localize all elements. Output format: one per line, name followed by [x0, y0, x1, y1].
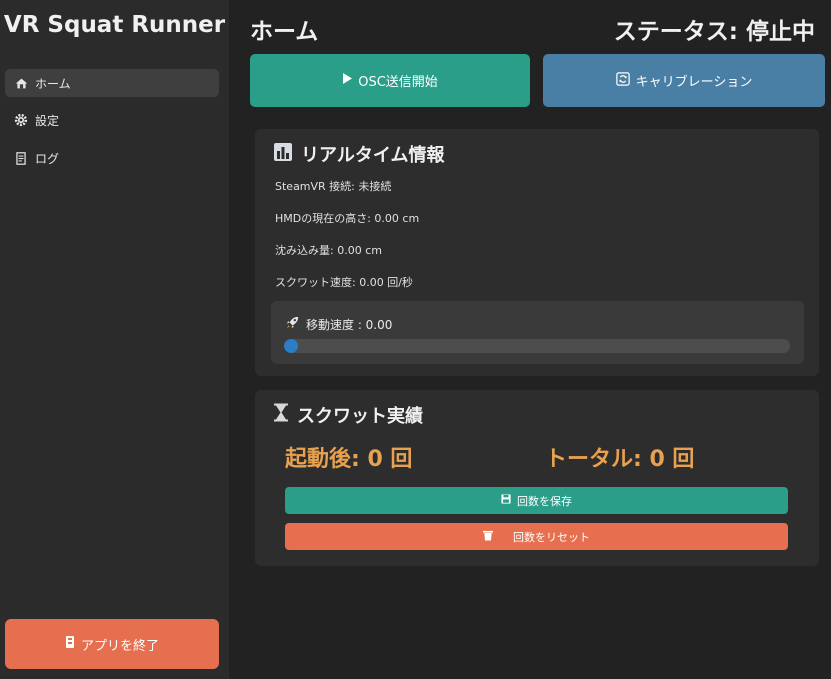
squat-title-text: スクワット実績 — [297, 406, 423, 427]
log-icon — [13, 150, 29, 166]
count-total: トータル: 0 回 — [545, 447, 695, 472]
chart-icon — [273, 142, 293, 167]
save-count-button[interactable]: 回数を保存 — [285, 487, 788, 514]
sidebar-item-label: ログ — [35, 151, 60, 166]
move-speed-label: 移動速度 : 0.00 — [306, 317, 393, 332]
rocket-icon — [285, 315, 300, 333]
calibration-button[interactable]: キャリブレーション — [543, 54, 825, 107]
sink-amount: 沈み込み量: 0.00 cm — [275, 244, 382, 257]
osc-start-button[interactable]: OSC送信開始 — [250, 54, 530, 107]
main-content: ホーム ステータス: 停止中 OSC送信開始 キャリブレーション リアルタイム情… — [229, 0, 831, 679]
sidebar-item-home[interactable]: ホーム — [5, 69, 219, 97]
sidebar-item-log[interactable]: ログ — [5, 144, 219, 172]
exit-app-button[interactable]: アプリを終了 — [5, 619, 219, 669]
save-icon — [501, 494, 511, 507]
sidebar-item-label: ホーム — [35, 76, 71, 91]
exit-icon — [65, 635, 75, 653]
count-since-launch: 起動後: 0 回 — [285, 447, 413, 472]
calibration-label: キャリブレーション — [635, 75, 753, 90]
squat-panel: スクワット実績 起動後: 0 回 トータル: 0 回 回数を保存 回数をリセット — [255, 390, 819, 566]
squat-speed: スクワット速度: 0.00 回/秒 — [275, 276, 413, 289]
hourglass-icon — [273, 403, 289, 427]
move-speed: 移動速度 : 0.00 — [285, 315, 392, 333]
move-speed-bar — [284, 339, 790, 353]
status-text: ステータス: 停止中 — [613, 19, 815, 45]
save-count-label: 回数を保存 — [517, 494, 572, 508]
trash-icon — [483, 530, 493, 544]
steamvr-status: SteamVR 接続: 未接続 — [275, 180, 392, 193]
sidebar: VR Squat Runner ホーム 設定 ログ アプリを終了 — [0, 0, 229, 679]
play-icon — [342, 73, 353, 88]
sidebar-item-label: 設定 — [35, 113, 60, 128]
move-speed-bar-fill — [284, 339, 298, 353]
page-title: ホーム — [250, 19, 319, 45]
realtime-title-text: リアルタイム情報 — [301, 145, 445, 166]
realtime-title: リアルタイム情報 — [273, 141, 444, 167]
reset-count-label: 回数をリセット — [513, 530, 590, 544]
squat-title: スクワット実績 — [273, 402, 423, 428]
hmd-height: HMDの現在の高さ: 0.00 cm — [275, 212, 420, 225]
realtime-panel: リアルタイム情報 SteamVR 接続: 未接続 HMDの現在の高さ: 0.00… — [255, 129, 819, 376]
reset-count-button[interactable]: 回数をリセット — [285, 523, 788, 550]
home-icon — [13, 75, 29, 91]
refresh-icon — [615, 71, 630, 90]
exit-app-label: アプリを終了 — [80, 638, 159, 654]
app-title: VR Squat Runner — [3, 12, 226, 38]
gear-icon — [13, 112, 29, 128]
sidebar-item-settings[interactable]: 設定 — [5, 106, 219, 134]
move-speed-box: 移動速度 : 0.00 — [271, 301, 804, 364]
osc-start-label: OSC送信開始 — [358, 75, 438, 90]
